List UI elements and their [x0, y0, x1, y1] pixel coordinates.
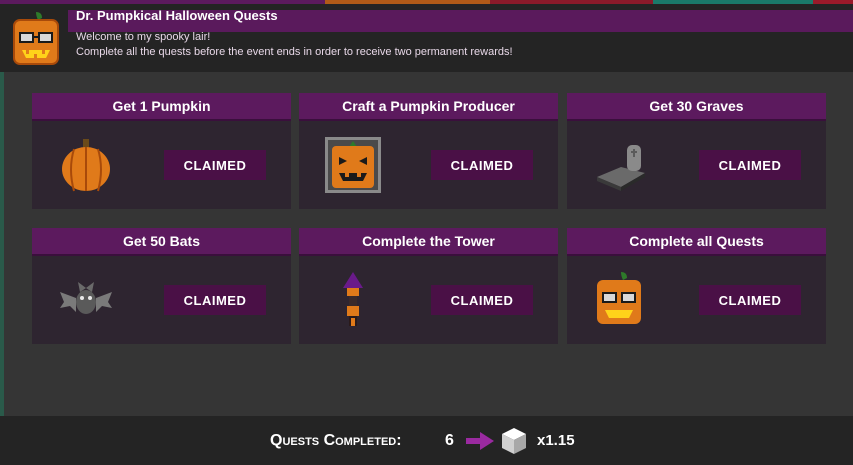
header-welcome-text: Welcome to my spooky lair! — [76, 31, 211, 43]
pumpkin-head-icon — [597, 272, 641, 324]
quest-card-get-graves: Get 30 Graves CLAIMED — [567, 93, 826, 209]
claimed-button[interactable]: CLAIMED — [164, 150, 266, 180]
pumpkin-producer-icon — [325, 137, 381, 193]
claimed-button[interactable]: CLAIMED — [164, 285, 266, 315]
dr-pumpkical-avatar-icon — [13, 12, 59, 65]
quest-card-craft-producer: Craft a Pumpkin Producer CLAIMED — [299, 93, 558, 209]
tower-icon — [343, 272, 363, 326]
quest-title: Get 30 Graves — [649, 98, 744, 114]
quest-title: Get 1 Pumpkin — [112, 98, 211, 114]
grave-icon — [597, 145, 645, 191]
quest-title: Complete the Tower — [362, 233, 495, 249]
quest-title: Complete all Quests — [629, 233, 764, 249]
quest-footer — [0, 416, 853, 465]
claimed-button[interactable]: CLAIMED — [431, 285, 533, 315]
quests-completed-label: Quests Completed: — [270, 432, 402, 449]
left-edge-strip — [0, 72, 4, 465]
quest-card-get-bats: Get 50 Bats CLAIMED — [32, 228, 291, 344]
bat-icon — [60, 282, 112, 314]
claimed-button[interactable]: CLAIMED — [699, 285, 801, 315]
cube-icon — [502, 428, 526, 454]
quest-card-complete-tower: Complete the Tower CLAIMED — [299, 228, 558, 344]
multiplier-value: x1.15 — [537, 432, 575, 449]
claimed-button[interactable]: CLAIMED — [431, 150, 533, 180]
pumpkin-icon — [62, 139, 110, 192]
claimed-button[interactable]: CLAIMED — [699, 150, 801, 180]
quest-card-get-pumpkin: Get 1 Pumpkin CLAIMED — [32, 93, 291, 209]
quest-card-complete-all: Complete all Quests CLAIMED — [567, 228, 826, 344]
header-instructions-text: Complete all the quests before the event… — [76, 46, 513, 58]
arrow-right-icon — [466, 432, 494, 450]
quest-title: Craft a Pumpkin Producer — [342, 98, 515, 114]
quest-title: Get 50 Bats — [122, 233, 201, 249]
header-title: Dr. Pumpkical Halloween Quests — [76, 8, 278, 23]
quests-completed-count: 6 — [445, 432, 454, 449]
